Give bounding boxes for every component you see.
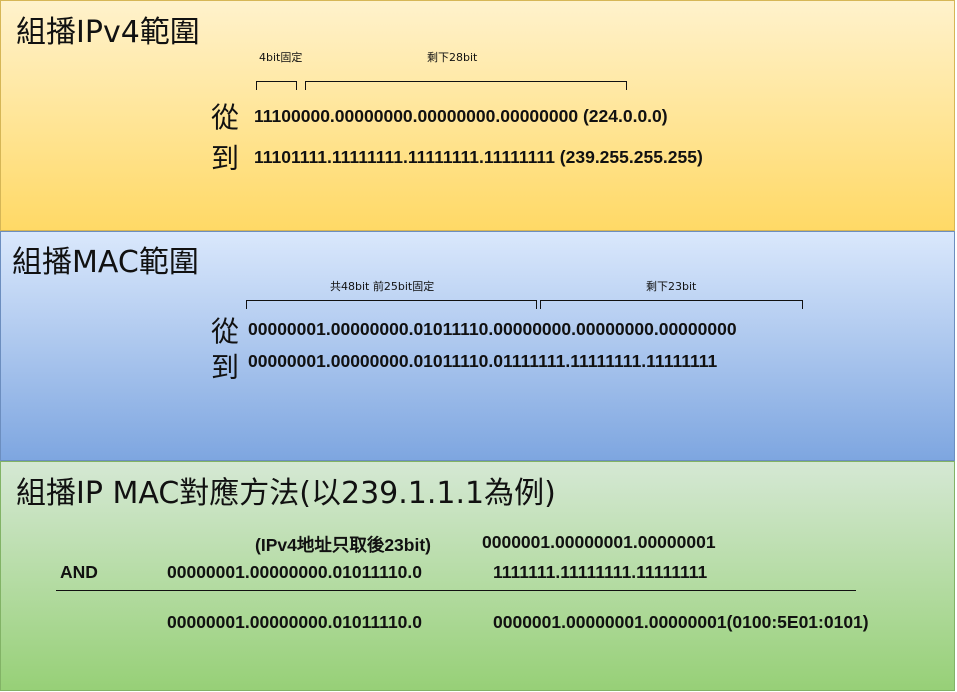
mac-from-value: 00000001.00000000.01011110.00000000.0000…	[248, 319, 737, 339]
ipv4-range-panel: 組播IPv4範圍 4bit固定 剩下28bit 從 11100000.00000…	[0, 0, 955, 231]
mac-range-title: 組播MAC範圍	[12, 245, 199, 280]
ipv4-range-title: 組播IPv4範圍	[16, 15, 200, 50]
ipv4-remaining-bits-bracket	[305, 81, 627, 90]
ipv4-last-23bit-value: 0000001.00000001.00000001	[482, 532, 716, 552]
mac-fixed-bits-label: 共48bit 前25bit固定	[330, 280, 435, 293]
mac-fixed-bits-bracket	[246, 300, 537, 309]
mapping-method-title: 組播IP MAC對應方法(以239.1.1.1為例)	[16, 476, 556, 511]
ipv4-to-value: 11101111.11111111.11111111.11111111 (239…	[254, 147, 703, 167]
mac-to-value: 00000001.00000000.01011110.01111111.1111…	[248, 351, 718, 371]
mac-to-label: 到	[211, 351, 240, 384]
ipv4-from-label: 從	[211, 101, 240, 134]
ipv4-to-label: 到	[211, 142, 240, 175]
result-mac-lower-bits: 0000001.00000001.00000001(0100:5E01:0101…	[493, 612, 869, 632]
mapping-method-panel: 組播IP MAC對應方法(以239.1.1.1為例) (IPv4地址只取後23b…	[0, 461, 955, 691]
and-operator-label: AND	[60, 562, 98, 582]
mac-remaining-bits-bracket	[540, 300, 803, 309]
ipv4-remaining-bits-label: 剩下28bit	[427, 51, 478, 64]
mac-remaining-bits-label: 剩下23bit	[646, 280, 697, 293]
result-mac-prefix: 00000001.00000000.01011110.0	[167, 612, 423, 632]
ipv4-from-value: 11100000.00000000.00000000.00000000 (224…	[254, 106, 668, 126]
ipv4-fixed-bits-label: 4bit固定	[259, 51, 303, 64]
mac-range-panel: 組播MAC範圍 共48bit 前25bit固定 剩下23bit 從 000000…	[0, 231, 955, 461]
operation-divider-line	[56, 590, 856, 591]
mac-lower-mask: 1111111.11111111.11111111	[493, 562, 708, 582]
mac-from-label: 從	[211, 315, 240, 348]
ipv4-last-23bit-caption: (IPv4地址只取後23bit)	[255, 535, 431, 555]
mac-prefix-mask: 00000001.00000000.01011110.0	[167, 562, 423, 582]
ipv4-fixed-bits-bracket	[256, 81, 297, 90]
